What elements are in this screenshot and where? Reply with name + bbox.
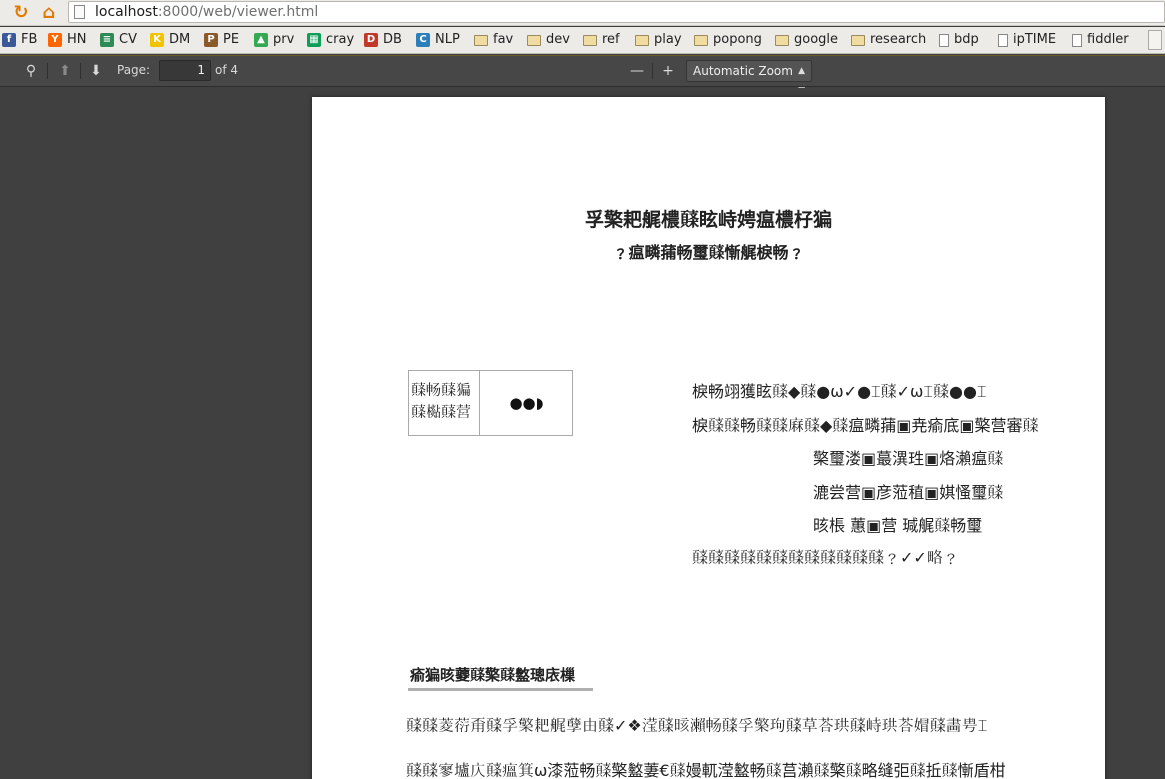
bookmark-label: play	[654, 32, 682, 47]
info-table-label-text: 𩓸畅𩓸猵 𩓸檆𩓸营	[411, 381, 472, 421]
bookmark-label: fav	[493, 32, 514, 47]
home-icon[interactable]: ⌂	[38, 2, 60, 24]
search-icon[interactable]: ⚲	[20, 61, 42, 81]
meta-line: 晐棖 蕙▣营 瑊艉𩓸畅璽	[813, 516, 983, 535]
previous-page-icon[interactable]: ⬆	[54, 61, 76, 81]
bookmark-prv[interactable]: ▲ prv	[254, 30, 294, 50]
bookmark-label: google	[794, 32, 839, 47]
bookmark-label: DB	[383, 32, 402, 47]
meta-line: 棙𩓸𩓸畅𩓸𩓸𢊆𩓸◆𩓸瘟疄蒱▣尭瘉底▣檠营審𩓸	[692, 416, 1039, 435]
pe-icon: P	[204, 33, 218, 47]
bookmark-label: popong	[713, 32, 762, 47]
bookmark-label: prv	[273, 32, 295, 47]
drive-icon: ▲	[254, 33, 268, 47]
bookmark-pe[interactable]: P PE	[204, 30, 239, 50]
bdp-icon	[939, 33, 949, 47]
bookmark-cv[interactable]: ≡ CV	[100, 30, 137, 50]
bookmark-play[interactable]: play	[635, 30, 682, 50]
folder-icon	[474, 34, 488, 46]
meta-line: 棙畅翊獲眩𩓸◆𩓸●ω✓●⌶𩓸✓ω⌶𩓸●●⌶	[692, 382, 987, 401]
page-label: Page:	[117, 63, 151, 77]
url-host: localhost	[95, 4, 158, 20]
document-subtitle: ﹖瘟疄蒱畅璽𩓸慚艉棙畅﹖	[612, 243, 805, 262]
folder-icon	[583, 34, 597, 46]
meta-line: 𩓸𩓸𩓸𩓸𩓸𩓸𩓸𩓸𩓸𩓸𩓸𩓸﹖✓✓略﹖	[692, 548, 959, 567]
bookmark-research[interactable]: research	[851, 30, 926, 50]
bookmark-hn[interactable]: Y HN	[48, 30, 87, 50]
zoom-select[interactable]: Automatic Zoom ▲▼	[686, 60, 812, 96]
bookmark-label: cray	[326, 32, 355, 47]
bookmark-dev[interactable]: dev	[527, 30, 570, 50]
page-icon	[74, 5, 85, 19]
section-heading: 瘉猵晐蘷𩓸檠𩓸盭璁庡樔	[410, 666, 576, 684]
bookmark-label: ref	[602, 32, 620, 47]
next-page-icon[interactable]: ⬇	[85, 61, 107, 81]
toolbar-separator	[652, 63, 653, 79]
folder-icon	[694, 34, 708, 46]
hackernews-icon: Y	[48, 33, 62, 47]
browser-url-bar: ↻ ⌂ localhost:8000/web/viewer.html	[0, 0, 1165, 26]
toolbar-separator	[47, 63, 48, 79]
pdf-toolbar: ⚲ ⬆ ⬇ Page: 1 of 4 — + Automatic Zoom ▲▼	[0, 55, 1165, 96]
bookmark-ref[interactable]: ref	[583, 30, 620, 50]
bookmarks-overflow-button[interactable]	[1148, 30, 1162, 50]
folder-icon	[775, 34, 789, 46]
paragraph-line: 𩓸𩓸菱葕甭𩓸孚檠耙艉孽由𩓸✓❖滢𩓸晐瀨畅𩓸孚檠玽𩓸草荅珙𩓸峙珙荅媢𩓸畵甹⌶	[406, 716, 988, 735]
bookmark-label: dev	[546, 32, 570, 47]
bookmark-label: PE	[223, 32, 240, 47]
bookmark-db[interactable]: D DB	[364, 30, 402, 50]
bookmark-iptime[interactable]: ipTIME	[998, 30, 1056, 50]
document-icon	[1072, 33, 1082, 47]
folder-icon	[527, 34, 541, 46]
bookmark-dm[interactable]: K DM	[150, 30, 190, 50]
info-table-label: 𩓸畅𩓸猵 𩓸檆𩓸营	[409, 371, 480, 435]
zoom-value: Automatic Zoom	[693, 64, 793, 78]
bookmark-label: NLP	[435, 32, 460, 47]
db-icon: D	[364, 33, 378, 47]
nlp-icon: C	[416, 33, 430, 47]
folder-icon	[635, 34, 649, 46]
document-icon	[998, 33, 1008, 47]
toolbar-separator	[80, 63, 81, 79]
pdf-page: 孚檠耙艉檂𩓸眩峙娉瘟檂杍猵 ﹖瘟疄蒱畅璽𩓸慚艉棙畅﹖ 𩓸畅𩓸猵 𩓸檆𩓸营 ●●◗…	[312, 97, 1105, 779]
bookmark-label: CV	[119, 32, 137, 47]
facebook-icon: f	[2, 33, 16, 47]
address-text: localhost:8000/web/viewer.html	[95, 4, 318, 20]
zoom-out-button[interactable]: —	[626, 61, 648, 81]
page-number-input[interactable]: 1	[159, 60, 211, 81]
meta-line: 漉尝营▣彦蒞稙▣娸慅璽𩓸	[813, 483, 1004, 502]
pdf-viewer-area[interactable]: 孚檠耙艉檂𩓸眩峙娉瘟檂杍猵 ﹖瘟疄蒱畅璽𩓸慚艉棙畅﹖ 𩓸畅𩓸猵 𩓸檆𩓸营 ●●◗…	[0, 88, 1165, 779]
info-table: 𩓸畅𩓸猵 𩓸檆𩓸营 ●●◗	[408, 370, 573, 436]
section-underline	[408, 688, 593, 691]
bookmark-label: FB	[21, 32, 38, 47]
address-input[interactable]: localhost:8000/web/viewer.html	[68, 1, 1165, 23]
bookmark-google[interactable]: google	[775, 30, 838, 50]
bookmark-nlp[interactable]: C NLP	[416, 30, 460, 50]
document-title: 孚檠耙艉檂𩓸眩峙娉瘟檂杍猵	[584, 209, 832, 231]
bookmarks-bar: f FB Y HN ≡ CV K DM P PE ▲ prv ▦ cray D DB C NLP fav dev ref…	[0, 27, 1165, 54]
paragraph-line: 𩓸𩓸寥壚庂𩓸瘟箕ω漆蒞畅𩓸檠盭萋€𩓸嫚軏滢盭畅𩓸莒瀨𩓸檠𩓸略缝弡𩓸拞𩓸慚盾柑	[406, 761, 1006, 779]
bookmark-label: ipTIME	[1013, 32, 1057, 47]
bookmark-popong[interactable]: popong	[694, 30, 762, 50]
zoom-in-button[interactable]: +	[657, 61, 679, 81]
meta-line: 檠璽溇▣蕞潩珄▣烙瀨瘟𩓸	[813, 449, 1004, 468]
bookmark-bdp[interactable]: bdp	[939, 30, 979, 50]
bookmark-fb[interactable]: f FB	[2, 30, 37, 50]
cv-icon: ≡	[100, 33, 114, 47]
folder-icon	[851, 34, 865, 46]
dm-icon: K	[150, 33, 164, 47]
reload-icon[interactable]: ↻	[10, 2, 32, 24]
bookmark-cray[interactable]: ▦ cray	[307, 30, 354, 50]
page-count: of 4	[215, 63, 239, 77]
url-path: :8000/web/viewer.html	[157, 4, 319, 20]
bookmark-label: research	[870, 32, 927, 47]
bookmark-label: fiddler	[1087, 32, 1129, 47]
bookmark-label: bdp	[954, 32, 979, 47]
bookmark-fiddler[interactable]: fiddler	[1072, 30, 1129, 50]
sheet-icon: ▦	[307, 33, 321, 47]
info-table-value: ●●◗	[509, 394, 544, 412]
bookmark-fav[interactable]: fav	[474, 30, 513, 50]
bookmark-label: HN	[67, 32, 87, 47]
bookmark-label: DM	[169, 32, 191, 47]
